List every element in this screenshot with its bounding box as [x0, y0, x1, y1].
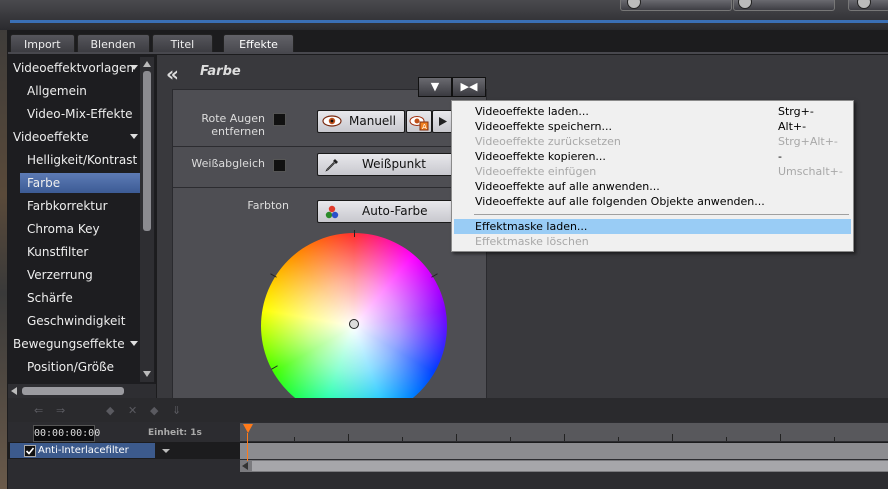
chevron-down-icon[interactable] — [130, 134, 138, 139]
weissabgleich-label: Weißabgleich — [191, 157, 265, 170]
top-slider-control-2[interactable] — [733, 0, 835, 11]
dropdown-arrow-icon: ▼ — [430, 80, 440, 93]
panel-title: Farbe — [200, 64, 241, 79]
track-dropdown-icon[interactable] — [162, 449, 170, 453]
wheel-tick — [354, 230, 355, 237]
menu-dropdown-button[interactable]: ▼ — [418, 77, 452, 97]
playhead-marker[interactable] — [243, 424, 253, 433]
list-item[interactable]: Kunstfilter — [8, 242, 157, 262]
color-balls-icon — [325, 205, 339, 219]
wheel-center-handle[interactable] — [349, 319, 359, 329]
effect-track-lane[interactable] — [240, 443, 888, 459]
menu-item-auf-alle-anwenden[interactable]: Videoeffekte auf alle anwenden... — [452, 179, 853, 194]
list-item[interactable]: Video-Mix-Effekte — [8, 104, 157, 124]
manuell-button[interactable]: Manuell — [317, 110, 405, 133]
red-eye-auto-icon: A — [409, 116, 429, 131]
list-group-videoeffektvorlagen[interactable]: Videoeffektvorlagen — [8, 58, 143, 78]
timeline-ruler[interactable] — [240, 423, 888, 441]
color-wheel[interactable] — [261, 233, 447, 398]
track-header[interactable]: Anti-Interlacefilter — [10, 443, 155, 458]
top-search-control[interactable] — [848, 0, 888, 11]
weisspunkt-button[interactable]: Weißpunkt — [317, 153, 453, 176]
rote-augen-checkbox[interactable] — [273, 113, 286, 126]
checkmark-icon — [25, 447, 35, 455]
collapse-button[interactable]: ▶◀ — [452, 77, 486, 97]
track-enable-checkbox[interactable] — [24, 445, 36, 457]
tab-effekte[interactable]: Effekte — [223, 34, 294, 53]
list-item[interactable]: Geschwindigkeit — [8, 311, 157, 331]
red-eye-auto-button[interactable]: A — [406, 110, 432, 133]
scrollbar-thumb[interactable] — [143, 71, 151, 231]
list-item[interactable]: Farbkorrektur — [8, 196, 157, 216]
list-item[interactable]: Helligkeit/Kontrast — [8, 150, 157, 170]
scrollbar-thumb[interactable] — [252, 461, 888, 471]
menu-item-effektmaske-laden[interactable]: Effektmaske laden... — [454, 219, 851, 234]
divider — [173, 187, 486, 188]
menu-item-videoeffekte-kopieren[interactable]: Videoeffekte kopieren... - — [452, 149, 853, 164]
next-keyframe-icon[interactable]: ⇓ — [172, 404, 181, 417]
weissabgleich-checkbox[interactable] — [273, 159, 286, 172]
tab-titel[interactable]: Titel — [151, 34, 214, 53]
prev-keyframe-icon[interactable]: ◆ — [150, 404, 158, 417]
list-item[interactable]: Position/Größe — [8, 357, 157, 377]
list-item[interactable]: Verzerrung — [8, 265, 157, 285]
list-item[interactable]: Schärfe — [8, 288, 157, 308]
scroll-left-icon[interactable] — [242, 462, 248, 470]
menu-separator — [474, 214, 849, 215]
top-title-strip — [0, 0, 888, 30]
window-edge — [0, 0, 7, 489]
menu-item-videoeffekte-laden[interactable]: Videoeffekte laden... Strg+- — [452, 104, 853, 119]
timeline-toolbar — [8, 398, 888, 422]
unit-label: Einheit: 1s — [148, 428, 202, 438]
scroll-up-icon[interactable] — [143, 61, 151, 67]
menu-item-videoeffekte-einfuegen: Videoeffekte einfügen Umschalt+- — [475, 165, 843, 178]
list-group-videoeffekte[interactable]: Videoeffekte — [8, 127, 143, 147]
keyframe-icon[interactable]: ◆ — [106, 404, 114, 417]
move-right-icon[interactable]: ⇒ — [56, 404, 65, 417]
list-vertical-scrollbar[interactable] — [140, 57, 154, 382]
auto-farbe-button[interactable]: Auto-Farbe — [317, 200, 453, 223]
list-horizontal-scrollbar[interactable] — [8, 384, 156, 398]
color-wheel-viewport — [172, 230, 485, 398]
svg-text:A: A — [422, 123, 427, 131]
tab-import[interactable]: Import — [10, 34, 75, 53]
effects-context-menu: Videoeffekte laden... Strg+- Videoeffekte… — [451, 100, 854, 252]
top-accent-line — [10, 20, 888, 23]
list-item[interactable]: Chroma Key — [8, 219, 157, 239]
menu-item-effektmaske-loeschen: Effektmaske löschen — [475, 235, 589, 248]
menu-item-auf-folgende-anwenden[interactable]: Videoeffekte auf alle folgenden Objekte … — [452, 194, 853, 209]
chevron-down-icon[interactable] — [130, 341, 138, 346]
tab-bar: Import Blenden Titel Effekte — [10, 34, 294, 53]
eyedropper-icon — [325, 159, 338, 172]
play-icon — [439, 117, 447, 126]
list-item-selected[interactable]: Farbe — [20, 173, 146, 193]
scroll-left-icon[interactable] — [11, 387, 17, 395]
top-slider-control[interactable] — [620, 0, 732, 11]
farbton-label: Farbton — [247, 199, 289, 212]
eye-icon — [322, 115, 342, 127]
divider — [173, 146, 486, 147]
tab-underline — [8, 52, 888, 54]
collapse-icon: ▶◀ — [460, 80, 478, 93]
list-item[interactable]: Allgemein — [8, 81, 157, 101]
wheel-tick — [431, 273, 438, 278]
timeline-scrollbar[interactable] — [240, 460, 888, 472]
rote-augen-label: Rote Augen entfernen — [201, 112, 265, 138]
playhead-line — [247, 433, 248, 461]
list-group-bewegungseffekte[interactable]: Bewegungseffekte — [8, 334, 143, 354]
delete-keyframe-icon[interactable]: ✕ — [128, 404, 137, 417]
chevron-down-icon[interactable] — [130, 65, 138, 70]
timecode-display[interactable]: 00:00:00:00 — [33, 425, 100, 442]
effect-category-list: Videoeffektvorlagen Allgemein Video-Mix-… — [8, 55, 155, 385]
scroll-down-icon[interactable] — [143, 371, 151, 377]
move-left-icon[interactable]: ⇐ — [34, 404, 43, 417]
tab-blenden[interactable]: Blenden — [76, 34, 150, 53]
back-icon[interactable]: « — [166, 62, 179, 86]
menu-item-videoeffekte-speichern[interactable]: Videoeffekte speichern... Alt+- — [452, 119, 853, 134]
menu-item-videoeffekte-zuruecksetzen: Videoeffekte zurücksetzen Strg+Alt+- — [475, 135, 838, 148]
scrollbar-thumb[interactable] — [22, 387, 124, 395]
